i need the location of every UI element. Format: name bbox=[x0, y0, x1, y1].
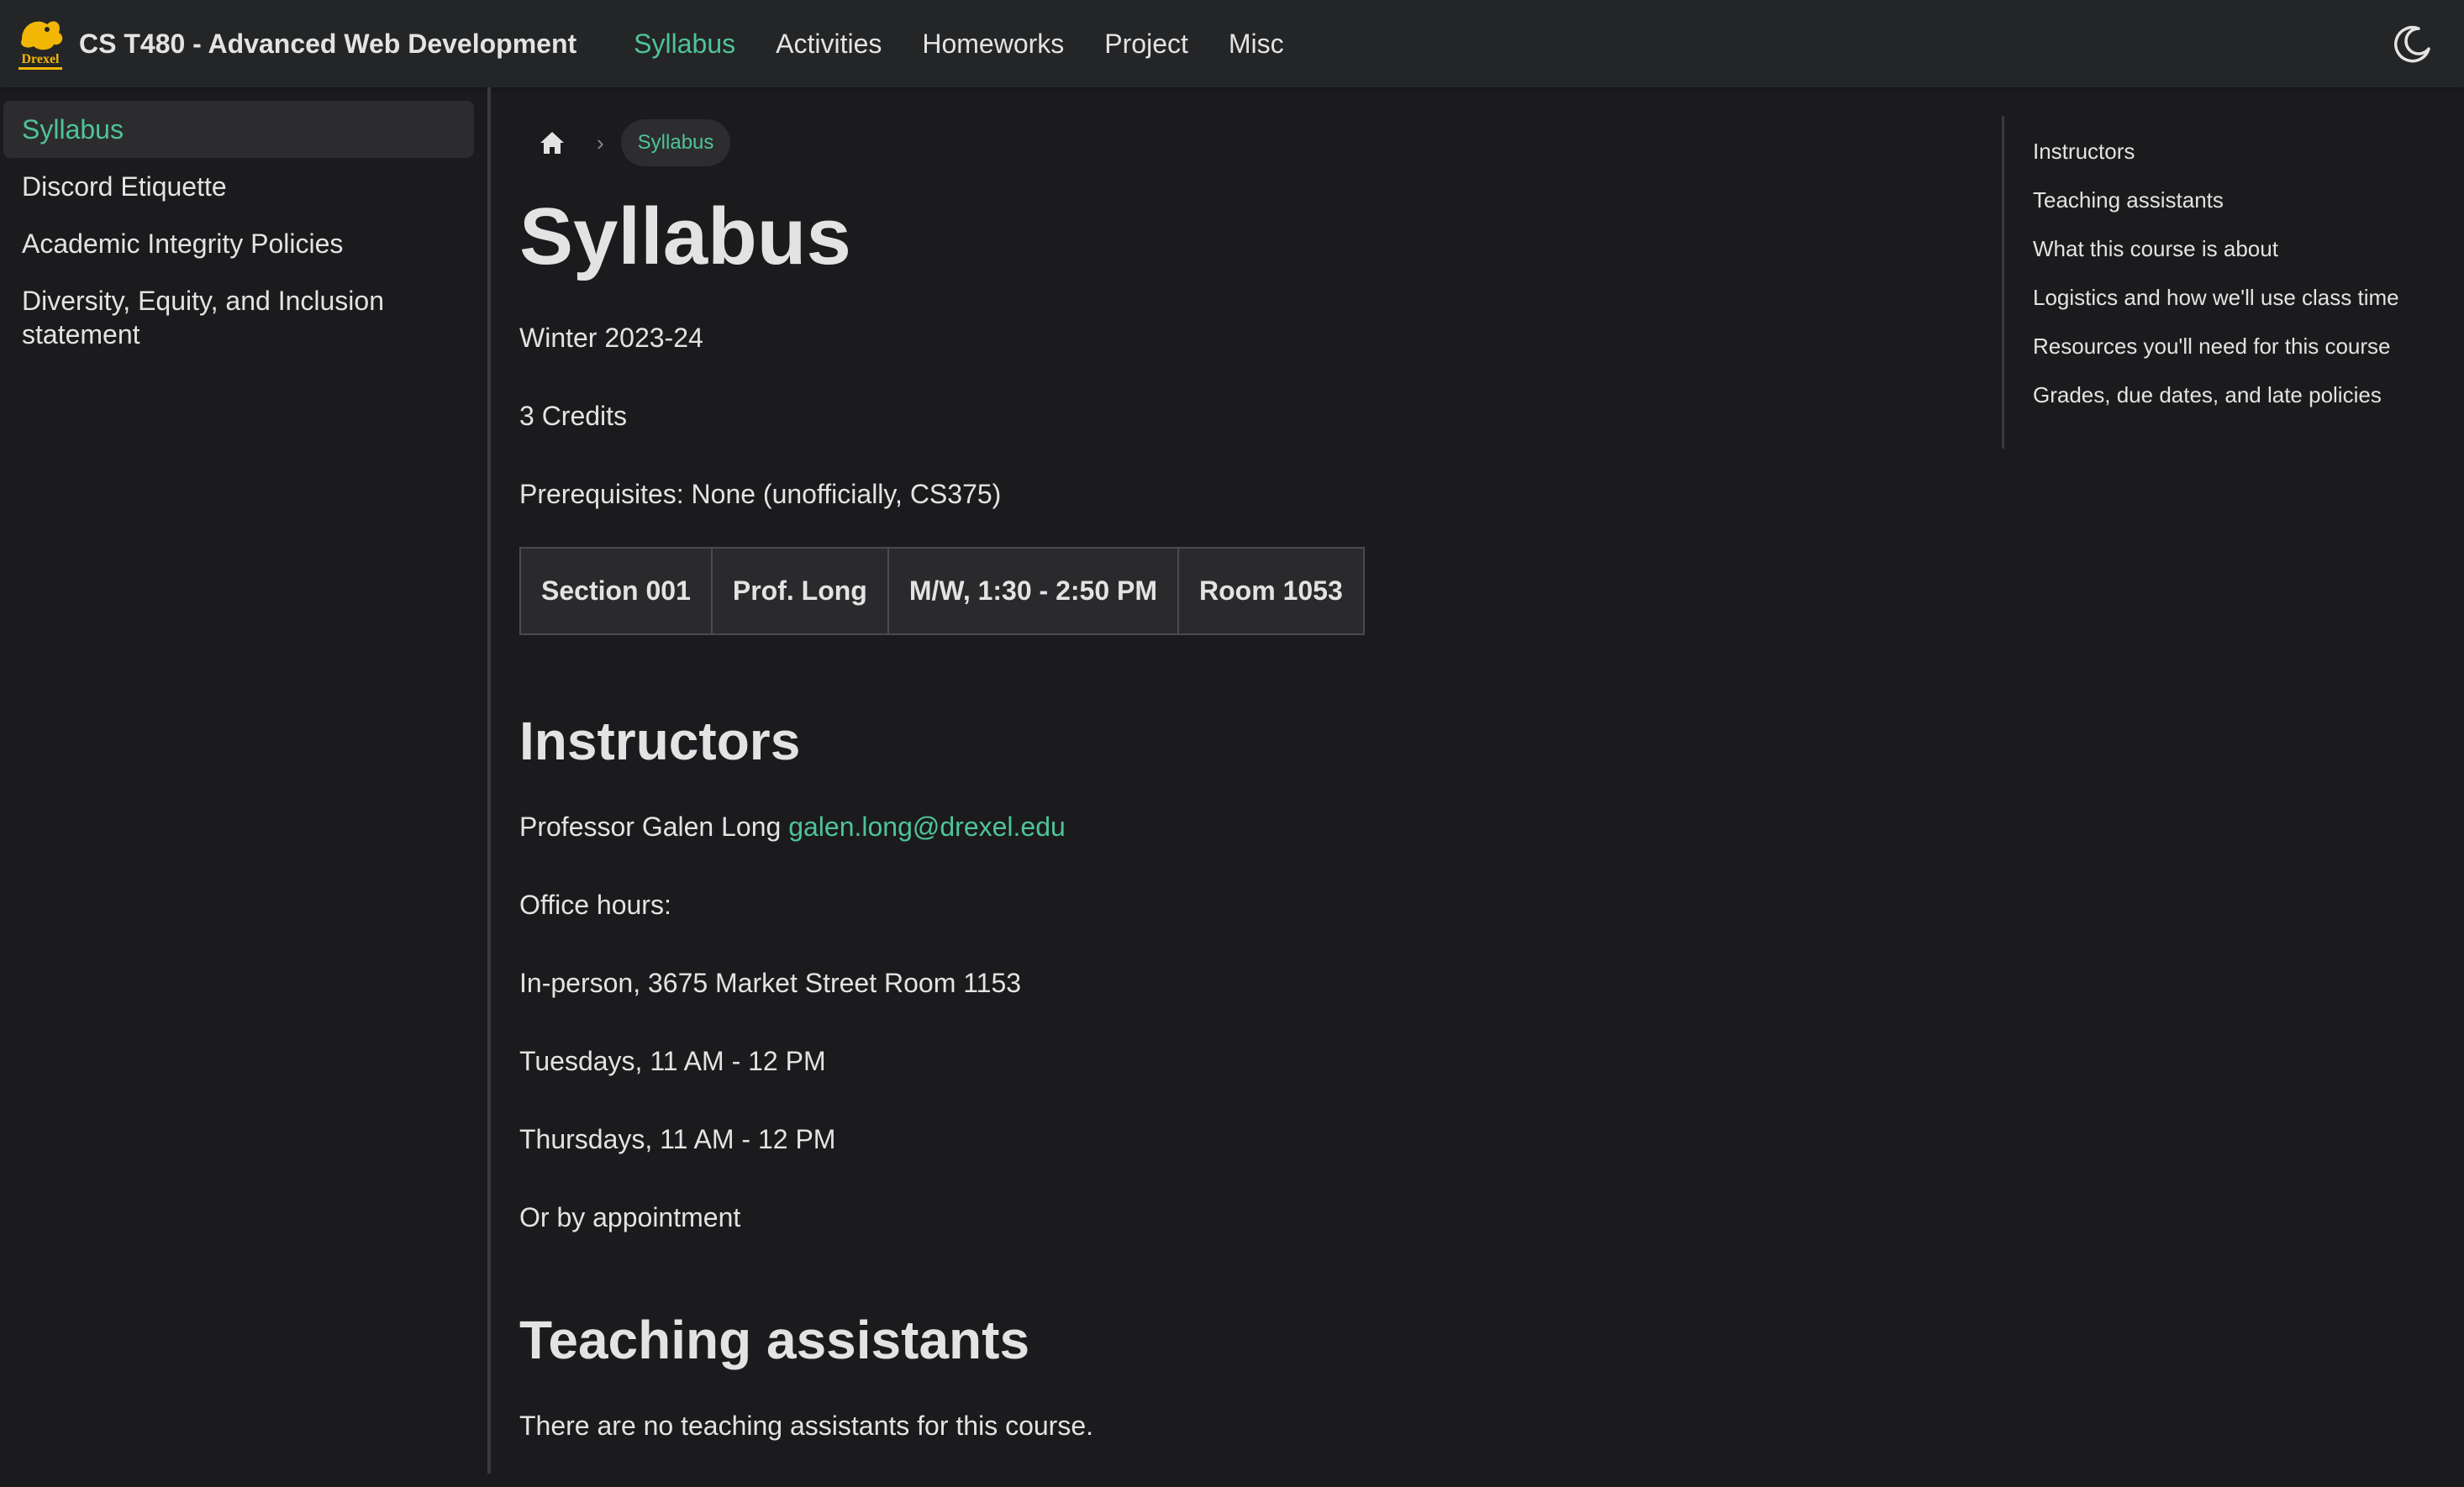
ta-text: There are no teaching assistants for thi… bbox=[519, 1411, 1094, 1441]
breadcrumb-current[interactable]: Syllabus bbox=[620, 119, 731, 166]
nav-link-misc[interactable]: Misc bbox=[1229, 29, 1284, 60]
toc-item-instructors[interactable]: Instructors bbox=[2033, 138, 2456, 165]
nav-link-activities[interactable]: Activities bbox=[776, 29, 882, 60]
table-cell-section: Section 001 bbox=[519, 547, 713, 635]
heading-teaching-assistants: Teaching assistants bbox=[519, 1310, 1030, 1370]
office-hours-appointment: Or by appointment bbox=[519, 1202, 741, 1232]
sidebar-item-dei-statement[interactable]: Diversity, Equity, and Inclusion stateme… bbox=[3, 272, 474, 363]
sidebar-item-academic-integrity[interactable]: Academic Integrity Policies bbox=[3, 215, 474, 272]
toc-item-logistics[interactable]: Logistics and how we'll use class time bbox=[2033, 284, 2456, 311]
instructor-name: Professor Galen Long bbox=[519, 812, 782, 842]
table-row: Section 001 Prof. Long M/W, 1:30 - 2:50 … bbox=[519, 547, 1365, 635]
section-table: Section 001 Prof. Long M/W, 1:30 - 2:50 … bbox=[519, 547, 1365, 635]
sidebar: Syllabus Discord Etiquette Academic Inte… bbox=[0, 87, 491, 1474]
chevron-right-icon: › bbox=[597, 129, 604, 155]
drexel-logo: Drexel bbox=[18, 21, 63, 70]
toc-item-resources[interactable]: Resources you'll need for this course bbox=[2033, 333, 2456, 360]
term-text: Winter 2023-24 bbox=[519, 323, 703, 353]
prereqs-text: Prerequisites: None (unofficially, CS375… bbox=[519, 479, 1002, 509]
table-cell-time: M/W, 1:30 - 2:50 PM bbox=[887, 547, 1180, 635]
nav-link-syllabus[interactable]: Syllabus bbox=[634, 29, 735, 60]
table-of-contents: Instructors Teaching assistants What thi… bbox=[2002, 116, 2456, 449]
instructor-line: Professor Galen Long galen.long@drexel.e… bbox=[519, 810, 1982, 843]
moon-icon[interactable] bbox=[2390, 22, 2434, 66]
office-hours-label: Office hours: bbox=[519, 890, 671, 920]
table-cell-instructor: Prof. Long bbox=[710, 547, 889, 635]
nav-links: Syllabus Activities Homeworks Project Mi… bbox=[613, 29, 1303, 60]
site-title: CS T480 - Advanced Web Development bbox=[79, 28, 577, 59]
top-navbar: Drexel CS T480 - Advanced Web Developmen… bbox=[0, 0, 2464, 87]
home-icon[interactable] bbox=[538, 129, 566, 157]
nav-link-project[interactable]: Project bbox=[1104, 29, 1188, 60]
breadcrumb: › Syllabus bbox=[519, 118, 1982, 168]
office-hours-tuesday: Tuesdays, 11 AM - 12 PM bbox=[519, 1046, 826, 1076]
nav-link-homeworks[interactable]: Homeworks bbox=[922, 29, 1064, 60]
sidebar-item-syllabus[interactable]: Syllabus bbox=[3, 101, 474, 158]
brand[interactable]: Drexel CS T480 - Advanced Web Developmen… bbox=[13, 14, 613, 73]
toc-item-grades[interactable]: Grades, due dates, and late policies bbox=[2033, 381, 2456, 408]
svg-text:Drexel: Drexel bbox=[21, 52, 60, 66]
page-title: Syllabus bbox=[519, 192, 851, 281]
credits-text: 3 Credits bbox=[519, 401, 628, 431]
sidebar-item-discord-etiquette[interactable]: Discord Etiquette bbox=[3, 158, 474, 215]
toc-item-teaching-assistants[interactable]: Teaching assistants bbox=[2033, 187, 2456, 213]
main-content: › Syllabus Syllabus Winter 2023-24 3 Cre… bbox=[519, 87, 1982, 1487]
office-hours-thursday: Thursdays, 11 AM - 12 PM bbox=[519, 1124, 836, 1154]
heading-instructors: Instructors bbox=[519, 711, 801, 771]
toc-item-course-about[interactable]: What this course is about bbox=[2033, 235, 2456, 262]
instructor-email-link[interactable]: galen.long@drexel.edu bbox=[788, 812, 1066, 842]
office-location: In-person, 3675 Market Street Room 1153 bbox=[519, 968, 1022, 998]
table-cell-room: Room 1053 bbox=[1177, 547, 1365, 635]
